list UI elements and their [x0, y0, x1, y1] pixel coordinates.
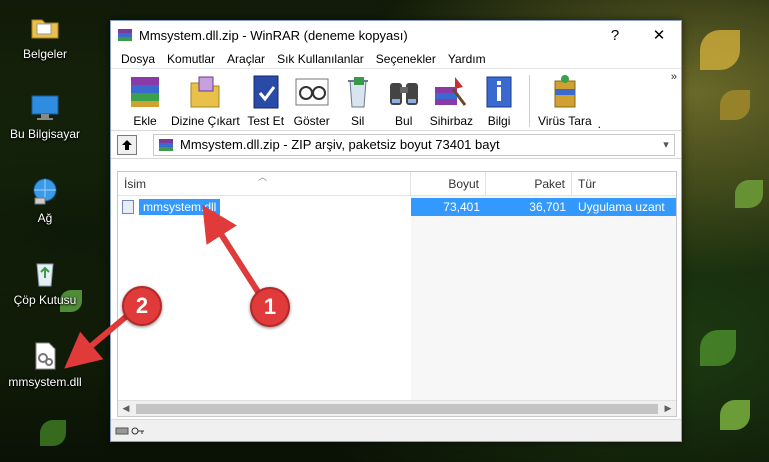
computer-icon: [29, 92, 61, 124]
desktop-icon-label: Belgeler: [22, 47, 68, 61]
toolbar-overflow-text: .: [597, 117, 601, 131]
scroll-left-icon[interactable]: ◀: [118, 403, 134, 414]
zip-archive-icon: [158, 137, 174, 153]
chevron-down-icon[interactable]: ▾: [658, 138, 674, 151]
extract-to-button[interactable]: Dizine Çıkart: [171, 73, 240, 128]
desktop-icon-recycle-bin[interactable]: Çöp Kutusu: [0, 258, 90, 307]
details-column-area: [411, 196, 676, 402]
path-dropdown[interactable]: Mmsystem.dll.zip - ZIP arşiv, paketsiz b…: [153, 133, 675, 156]
extract-to-icon: [185, 73, 225, 111]
desktop-icon-label: Bu Bilgisayar: [9, 127, 81, 141]
column-header-size[interactable]: Boyut: [411, 172, 486, 195]
info-button[interactable]: Bilgi: [479, 73, 519, 128]
wallpaper-leaf: [720, 400, 750, 430]
add-archive-icon: [125, 73, 165, 111]
network-icon: [29, 176, 61, 208]
wallpaper-leaf: [735, 180, 763, 208]
add-label: Ekle: [133, 114, 157, 128]
drive-key-icon[interactable]: [115, 425, 145, 437]
window-title: Mmsystem.dll.zip - WinRAR (deneme kopyas…: [139, 27, 408, 43]
desktop-icon-documents[interactable]: Belgeler: [0, 12, 90, 61]
wallpaper-leaf: [40, 420, 66, 446]
address-bar: Mmsystem.dll.zip - ZIP arşiv, paketsiz b…: [111, 131, 681, 159]
info-label: Bilgi: [487, 114, 511, 128]
test-icon: [246, 73, 286, 111]
step-badge-2: 2: [122, 286, 162, 326]
path-text: Mmsystem.dll.zip - ZIP arşiv, paketsiz b…: [180, 137, 500, 152]
step-badge-1: 1: [250, 287, 290, 327]
toolbar-more-button[interactable]: »: [671, 71, 677, 83]
file-list: ︿ İsim Boyut Paket Tür mmsystem.dll 73,4…: [117, 171, 677, 417]
menu-file[interactable]: Dosya: [115, 52, 161, 66]
sort-arrow-icon: ︿: [258, 172, 268, 182]
horizontal-scrollbar[interactable]: ◀ ▶: [118, 400, 676, 416]
delete-button[interactable]: Sil: [338, 73, 378, 128]
folder-icon: [29, 12, 61, 44]
menu-tools[interactable]: Araçlar: [221, 52, 271, 66]
file-size: 73,401: [411, 198, 486, 216]
find-label: Bul: [395, 114, 413, 128]
menu-options[interactable]: Seçenekler: [370, 52, 442, 66]
table-row[interactable]: mmsystem.dll 73,401 36,701 Uygulama uzan…: [118, 198, 676, 216]
help-button[interactable]: ?: [593, 27, 637, 44]
up-folder-button[interactable]: [117, 134, 137, 155]
menu-help[interactable]: Yardım: [442, 52, 492, 66]
status-bar: [111, 419, 681, 441]
desktop-icon-label: mmsystem.dll: [8, 375, 82, 389]
file-name-cell: mmsystem.dll: [118, 198, 411, 216]
find-button[interactable]: Bul: [384, 73, 424, 128]
file-packed-size: 36,701: [486, 198, 572, 216]
desktop-icon-this-pc[interactable]: Bu Bilgisayar: [0, 92, 90, 141]
toolbar: Ekle Dizine Çıkart Test Et Göster Sil Bu…: [111, 69, 681, 131]
desktop-icon-network[interactable]: Ağ: [0, 176, 90, 225]
menu-favorites[interactable]: Sık Kullanılanlar: [271, 52, 370, 66]
scrollbar-thumb[interactable]: [136, 403, 658, 414]
extract-to-label: Dizine Çıkart: [171, 114, 240, 128]
toolbar-separator: [529, 75, 531, 127]
file-name: mmsystem.dll: [139, 199, 221, 215]
view-icon: [292, 73, 332, 111]
desktop-icon-label: Ağ: [37, 211, 53, 225]
wizard-button[interactable]: Sihirbaz: [430, 73, 473, 128]
wallpaper-leaf: [700, 30, 740, 70]
title-bar[interactable]: Mmsystem.dll.zip - WinRAR (deneme kopyas…: [111, 21, 681, 49]
wallpaper-leaf: [720, 90, 750, 120]
test-button[interactable]: Test Et: [246, 73, 286, 128]
desktop-icon-label: Çöp Kutusu: [13, 293, 77, 307]
desktop-icon-mmsystem-dll[interactable]: mmsystem.dll: [0, 340, 90, 389]
recycle-bin-icon: [29, 258, 61, 290]
winrar-window: Mmsystem.dll.zip - WinRAR (deneme kopyas…: [110, 20, 682, 442]
column-headers: ︿ İsim Boyut Paket Tür: [118, 172, 676, 196]
view-label: Göster: [293, 114, 330, 128]
delete-label: Sil: [351, 114, 365, 128]
dll-file-icon: [122, 200, 134, 214]
menu-bar: Dosya Komutlar Araçlar Sık Kullanılanlar…: [111, 49, 681, 69]
test-label: Test Et: [247, 114, 285, 128]
column-header-packed[interactable]: Paket: [486, 172, 572, 195]
find-icon: [384, 73, 424, 111]
dll-file-icon: [29, 340, 61, 372]
virus-scan-icon: [545, 73, 585, 111]
menu-commands[interactable]: Komutlar: [161, 52, 221, 66]
wizard-icon: [431, 73, 471, 111]
wizard-label: Sihirbaz: [429, 114, 474, 128]
column-header-type[interactable]: Tür: [572, 172, 676, 195]
delete-icon: [338, 73, 378, 111]
info-icon: [479, 73, 519, 111]
virus-scan-label: Virüs Tara: [538, 114, 592, 128]
add-button[interactable]: Ekle: [125, 73, 165, 128]
close-button[interactable]: ✕: [637, 26, 681, 44]
up-arrow-icon: [122, 139, 132, 150]
virus-scan-button[interactable]: Virüs Tara: [538, 73, 592, 128]
wallpaper-leaf: [700, 330, 736, 366]
file-type: Uygulama uzant: [572, 198, 676, 216]
view-button[interactable]: Göster: [292, 73, 332, 128]
winrar-app-icon: [117, 27, 133, 43]
scroll-right-icon[interactable]: ▶: [660, 403, 676, 414]
